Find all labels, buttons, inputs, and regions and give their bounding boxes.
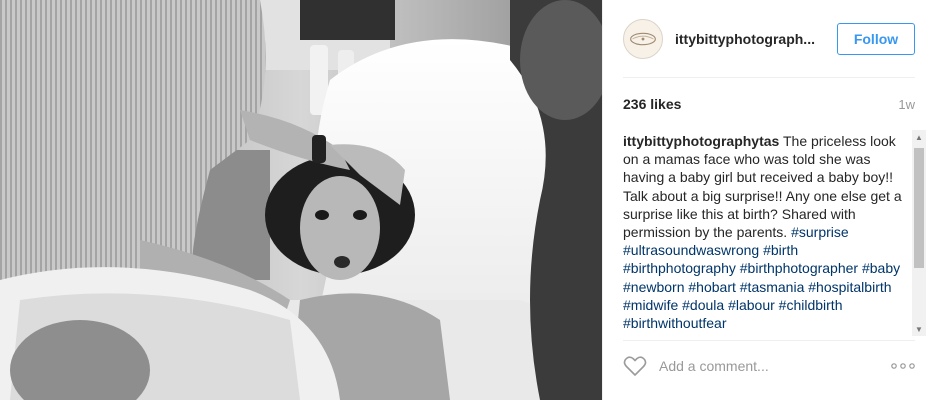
username-link[interactable]: ittybittyphotograph... <box>675 31 825 47</box>
caption-hashtags: #surprise #ultrasoundwaswrong #birth #bi… <box>623 224 900 331</box>
hashtag-link[interactable]: #baby <box>862 260 900 276</box>
hashtag-link[interactable]: #birthwithoutfear <box>623 315 727 331</box>
hashtag-link[interactable]: #childbirth <box>779 297 843 313</box>
hashtag-link[interactable]: #midwife <box>623 297 678 313</box>
hashtag-link[interactable]: #birthphotographer <box>740 260 858 276</box>
comment-bar <box>623 340 915 390</box>
hashtag-link[interactable]: #newborn <box>623 279 685 295</box>
brand-logo-icon <box>630 32 656 45</box>
hashtag-link[interactable]: #ultrasoundwaswrong <box>623 242 759 258</box>
likes-count[interactable]: 236 likes <box>623 96 681 112</box>
caption-scrollbar[interactable]: ▲ ▼ <box>912 130 926 336</box>
post-age[interactable]: 1w <box>898 97 915 112</box>
follow-button[interactable]: Follow <box>837 22 915 55</box>
caption-username[interactable]: ittybittyphotographytas <box>623 133 779 149</box>
scroll-thumb[interactable] <box>914 148 924 268</box>
photo-image <box>0 0 602 400</box>
hashtag-link[interactable]: #hospitalbirth <box>808 279 891 295</box>
hashtag-link[interactable]: #surprise <box>791 224 849 240</box>
hashtag-link[interactable]: #tasmania <box>740 279 805 295</box>
post-caption: ittybittyphotographytas The priceless lo… <box>623 132 911 332</box>
post-side-panel: ittybittyphotograph... Follow 236 likes … <box>602 0 927 400</box>
instagram-post: ittybittyphotograph... Follow 236 likes … <box>0 0 927 400</box>
caption-scroll-area[interactable]: ittybittyphotographytas The priceless lo… <box>623 132 911 334</box>
hashtag-link[interactable]: #labour <box>728 297 775 313</box>
more-options-icon[interactable] <box>891 356 915 376</box>
caption-text: The priceless look on a mamas face who w… <box>623 133 902 241</box>
post-meta: 236 likes 1w <box>623 96 915 112</box>
hashtag-link[interactable]: #birthphotography <box>623 260 736 276</box>
post-photo[interactable] <box>0 0 602 400</box>
hashtag-link[interactable]: #birth <box>763 242 798 258</box>
scroll-up-arrow-icon[interactable]: ▲ <box>912 130 926 144</box>
scroll-down-arrow-icon[interactable]: ▼ <box>912 322 926 336</box>
brand-logo-avatar[interactable] <box>623 18 663 59</box>
hashtag-link[interactable]: #doula <box>682 297 724 313</box>
hashtag-link[interactable]: #hobart <box>688 279 735 295</box>
heart-outline-icon[interactable] <box>623 354 649 378</box>
post-header: ittybittyphotograph... Follow <box>623 0 915 78</box>
comment-input[interactable] <box>659 353 879 378</box>
